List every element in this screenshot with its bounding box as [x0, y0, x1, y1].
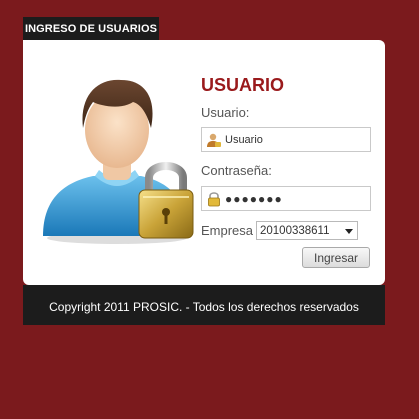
- usuario-value: Usuario: [225, 134, 263, 146]
- usuario-field[interactable]: Usuario: [201, 127, 371, 152]
- lock-icon: [208, 192, 220, 207]
- password-value: ●●●●●●●: [225, 192, 283, 206]
- form-title: USUARIO: [201, 75, 285, 95]
- password-field[interactable]: ●●●●●●●: [201, 186, 371, 211]
- tab-ingreso-usuarios[interactable]: INGRESO DE USUARIOS: [23, 17, 159, 41]
- ingresar-button[interactable]: Ingresar: [302, 247, 370, 268]
- footer-copyright: Copyright 2011 PROSIC. - Todos los derec…: [23, 285, 385, 325]
- empresa-select[interactable]: 20100338611: [256, 221, 358, 240]
- password-label: Contraseña:: [201, 163, 272, 178]
- login-panel: USUARIO Usuario: Usuario Contraseña: ●●●…: [23, 40, 385, 285]
- chevron-down-icon: [345, 229, 353, 234]
- user-icon: [207, 133, 221, 147]
- user-avatar-icon: [43, 79, 194, 244]
- empresa-label: Empresa: [201, 223, 254, 238]
- empresa-value: 20100338611: [260, 225, 330, 237]
- usuario-label: Usuario:: [201, 105, 250, 120]
